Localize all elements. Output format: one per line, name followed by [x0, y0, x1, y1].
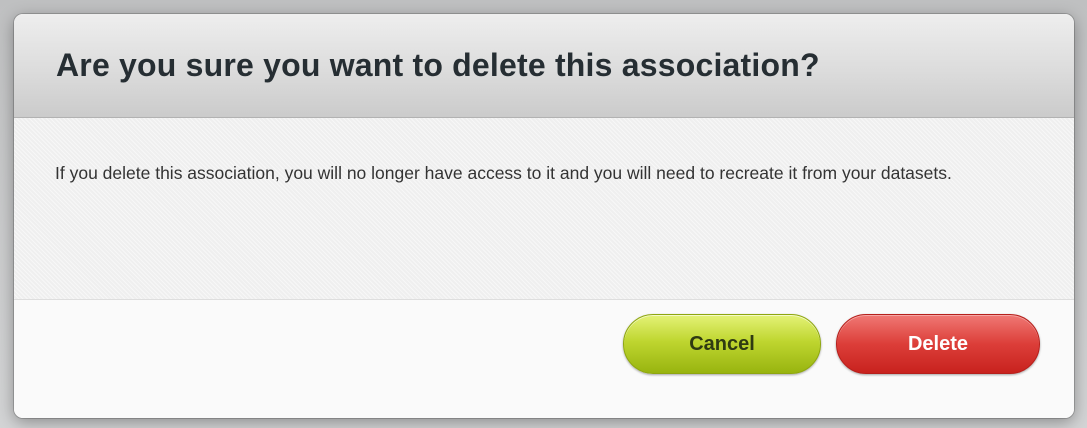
delete-button[interactable]: Delete — [836, 314, 1040, 374]
dialog-header: Are you sure you want to delete this ass… — [14, 14, 1074, 118]
dialog-title: Are you sure you want to delete this ass… — [56, 47, 820, 83]
cancel-button[interactable]: Cancel — [623, 314, 821, 374]
dialog-body: If you delete this association, you will… — [14, 118, 1074, 300]
dialog-message: If you delete this association, you will… — [55, 163, 952, 183]
